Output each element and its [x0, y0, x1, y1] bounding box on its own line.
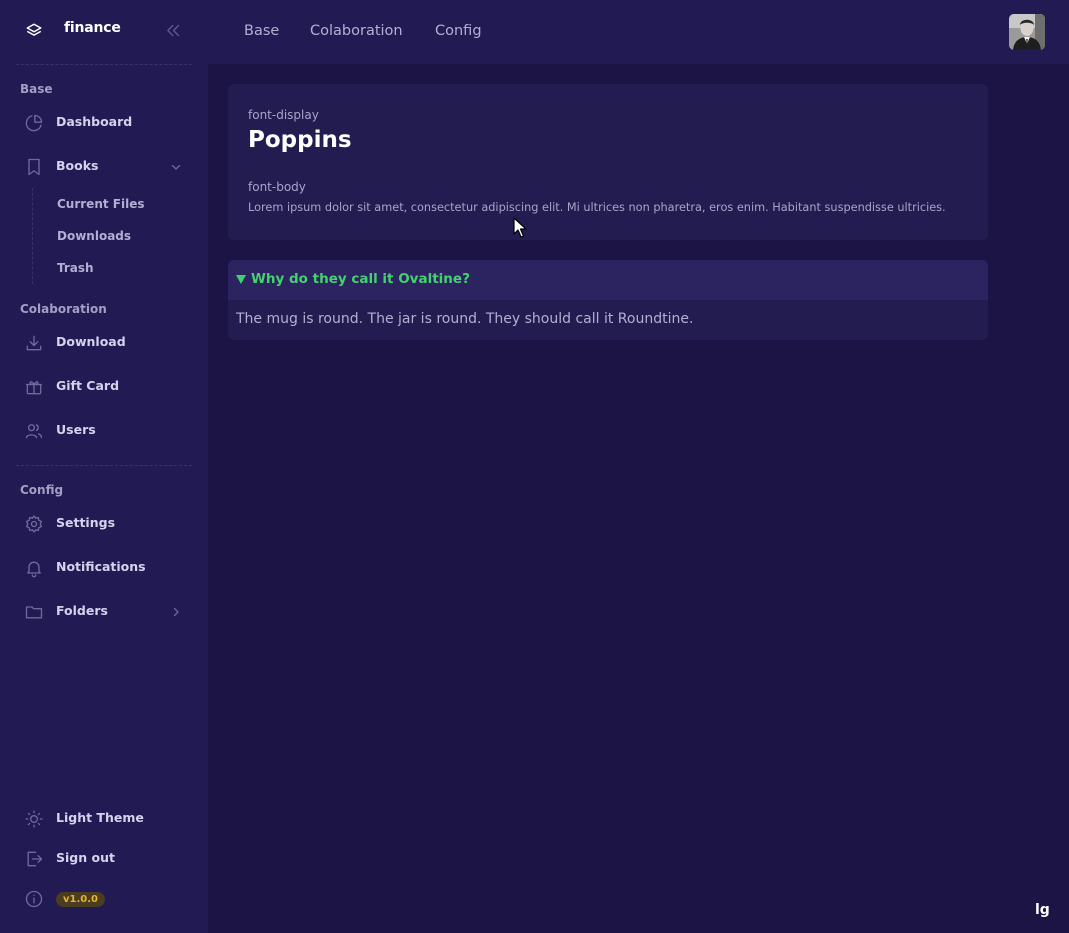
faq-question: Why do they call it Ovaltine? — [251, 271, 470, 287]
sidebar-item-settings[interactable]: Settings — [16, 506, 192, 542]
download-icon — [24, 333, 44, 353]
sidebar-divider — [16, 465, 192, 466]
breakpoint-indicator: lg — [1035, 902, 1050, 918]
section-label-config: Config — [20, 483, 64, 497]
sidebar-item-label: Users — [56, 422, 96, 437]
light-theme-label: Light Theme — [56, 810, 144, 825]
avatar[interactable] — [1009, 14, 1045, 50]
sidebar-item-users[interactable]: Users — [16, 413, 192, 449]
sidebar-item-folders[interactable]: Folders — [16, 594, 192, 630]
sidebar-item-label: Download — [56, 334, 126, 349]
faq-summary[interactable]: Why do they call it Ovaltine? — [228, 260, 988, 300]
bookmark-icon — [24, 157, 44, 177]
tab-config[interactable]: Config — [435, 23, 482, 39]
sidebar-item-label: Dashboard — [56, 114, 133, 129]
sidebar: finance Base Dashboard Books Current Fil… — [0, 0, 208, 933]
brand: finance — [0, 0, 208, 64]
mouse-cursor-icon — [513, 217, 527, 239]
users-icon — [24, 421, 44, 441]
top-nav: Base Colaboration Config — [208, 0, 1069, 64]
sidebar-item-label: Settings — [56, 515, 116, 530]
faq-details: Why do they call it Ovaltine? The mug is… — [228, 260, 988, 340]
sidebar-item-label: Notifications — [56, 559, 146, 574]
font-display-value: Poppins — [248, 127, 352, 153]
sidebar-item-label: Gift Card — [56, 378, 120, 393]
sidebar-item-label: Books — [56, 158, 99, 173]
brand-name: finance — [64, 20, 121, 36]
font-display-key: font-display — [248, 108, 319, 122]
info-icon[interactable] — [24, 889, 44, 909]
chevrons-left-icon[interactable] — [165, 22, 182, 39]
sidebar-item-notifications[interactable]: Notifications — [16, 550, 192, 586]
sign-out-button[interactable]: Sign out — [16, 841, 192, 877]
font-body-key: font-body — [248, 180, 306, 194]
tab-colaboration[interactable]: Colaboration — [310, 23, 403, 39]
font-body-sample: Lorem ipsum dolor sit amet, consectetur … — [248, 201, 946, 214]
chevron-right-icon — [170, 606, 182, 618]
gear-icon — [24, 514, 44, 534]
sidebar-subitem-current-files[interactable]: Current Files — [57, 197, 145, 211]
section-label-colaboration: Colaboration — [20, 302, 107, 316]
sidebar-divider — [16, 64, 192, 65]
books-subtree-line — [32, 188, 33, 284]
sidebar-item-dashboard[interactable]: Dashboard — [16, 105, 192, 141]
light-theme-toggle[interactable]: Light Theme — [16, 801, 192, 837]
layers-icon[interactable] — [25, 22, 43, 40]
sidebar-subitem-trash[interactable]: Trash — [57, 261, 94, 275]
sign-out-label: Sign out — [56, 850, 115, 865]
sidebar-subitem-downloads[interactable]: Downloads — [57, 229, 131, 243]
tab-base[interactable]: Base — [244, 23, 279, 39]
faq-answer: The mug is round. The jar is round. They… — [236, 311, 694, 327]
section-label-base: Base — [20, 82, 53, 96]
sidebar-item-download[interactable]: Download — [16, 325, 192, 361]
pie-chart-icon — [24, 113, 44, 133]
sidebar-item-books[interactable]: Books — [16, 149, 192, 185]
typography-card: font-display Poppins font-body Lorem ips… — [228, 84, 988, 240]
gift-icon — [24, 377, 44, 397]
version-badge: v1.0.0 — [56, 892, 105, 907]
chevron-down-icon — [170, 161, 182, 173]
bell-icon — [24, 558, 44, 578]
sidebar-item-label: Folders — [56, 603, 108, 618]
sun-icon — [24, 809, 44, 829]
logout-icon — [24, 849, 44, 869]
folder-icon — [24, 602, 44, 622]
disclosure-triangle-icon — [236, 275, 246, 284]
sidebar-item-gift-card[interactable]: Gift Card — [16, 369, 192, 405]
